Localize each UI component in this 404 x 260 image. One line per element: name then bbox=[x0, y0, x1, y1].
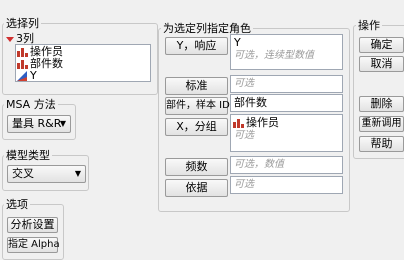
msa-method-title: MSA 方法 bbox=[4, 98, 58, 111]
x-grouping-list[interactable]: 操作员 可选 bbox=[230, 114, 343, 152]
by-hint: 可选 bbox=[234, 179, 254, 190]
column-item-y[interactable]: Y bbox=[17, 70, 37, 82]
continuous-triangle-icon bbox=[17, 71, 28, 81]
standard-list[interactable]: 可选 bbox=[230, 75, 343, 93]
y-response-list[interactable]: Y 可选，连续型数值 bbox=[230, 34, 343, 70]
y-response-button[interactable]: Y，响应 bbox=[165, 37, 228, 55]
by-list[interactable]: 可选 bbox=[230, 176, 343, 194]
model-type-value: 交叉 bbox=[12, 167, 34, 180]
cancel-button[interactable]: 取消 bbox=[359, 56, 404, 72]
chevron-down-icon: ▼ bbox=[74, 169, 81, 178]
standard-hint: 可选 bbox=[234, 78, 254, 89]
x-grouping-value: 操作员 bbox=[246, 116, 279, 129]
ok-button[interactable]: 确定 bbox=[359, 37, 404, 53]
msa-method-select[interactable]: 量具 R&R ▼ bbox=[7, 115, 71, 133]
standard-button[interactable]: 标准 bbox=[165, 77, 228, 95]
recall-button[interactable]: 重新调用 bbox=[359, 116, 404, 132]
model-type-title: 模型类型 bbox=[4, 149, 52, 162]
actions-title: 操作 bbox=[356, 19, 382, 32]
frequency-list[interactable]: 可选，数值 bbox=[230, 156, 343, 174]
nominal-bar-icon bbox=[233, 118, 244, 128]
disclosure-triangle-icon[interactable] bbox=[6, 36, 14, 42]
frequency-button[interactable]: 频数 bbox=[165, 158, 228, 176]
specify-alpha-button[interactable]: 指定 Alpha bbox=[7, 237, 60, 253]
frequency-hint: 可选，数值 bbox=[234, 159, 284, 170]
options-title: 选项 bbox=[4, 198, 30, 211]
nominal-bar-icon bbox=[17, 47, 28, 57]
part-sample-id-list[interactable]: 部件数 bbox=[230, 94, 343, 112]
column-item-parts[interactable]: 部件数 bbox=[17, 58, 63, 70]
x-grouping-item[interactable]: 操作员 bbox=[233, 117, 279, 129]
analysis-settings-button[interactable]: 分析设置 bbox=[7, 217, 58, 233]
help-button[interactable]: 帮助 bbox=[359, 136, 404, 152]
model-type-select[interactable]: 交叉 ▼ bbox=[7, 165, 86, 183]
y-response-value: Y bbox=[234, 36, 241, 49]
x-grouping-button[interactable]: X，分组 bbox=[165, 118, 228, 136]
chevron-down-icon: ▼ bbox=[59, 119, 66, 128]
x-grouping-hint: 可选 bbox=[234, 130, 254, 141]
select-columns-title: 选择列 bbox=[4, 17, 41, 30]
column-list[interactable]: 操作员 部件数 Y bbox=[15, 44, 151, 82]
by-button[interactable]: 依据 bbox=[165, 179, 228, 197]
nominal-bar-icon bbox=[17, 59, 28, 69]
column-item-label: Y bbox=[30, 69, 37, 82]
part-sample-id-button[interactable]: 部件，样本 ID bbox=[165, 97, 230, 115]
y-response-hint: 可选，连续型数值 bbox=[234, 50, 314, 61]
part-sample-id-value: 部件数 bbox=[234, 96, 267, 109]
remove-button[interactable]: 删除 bbox=[359, 96, 404, 112]
msa-method-value: 量具 R&R bbox=[12, 117, 62, 130]
